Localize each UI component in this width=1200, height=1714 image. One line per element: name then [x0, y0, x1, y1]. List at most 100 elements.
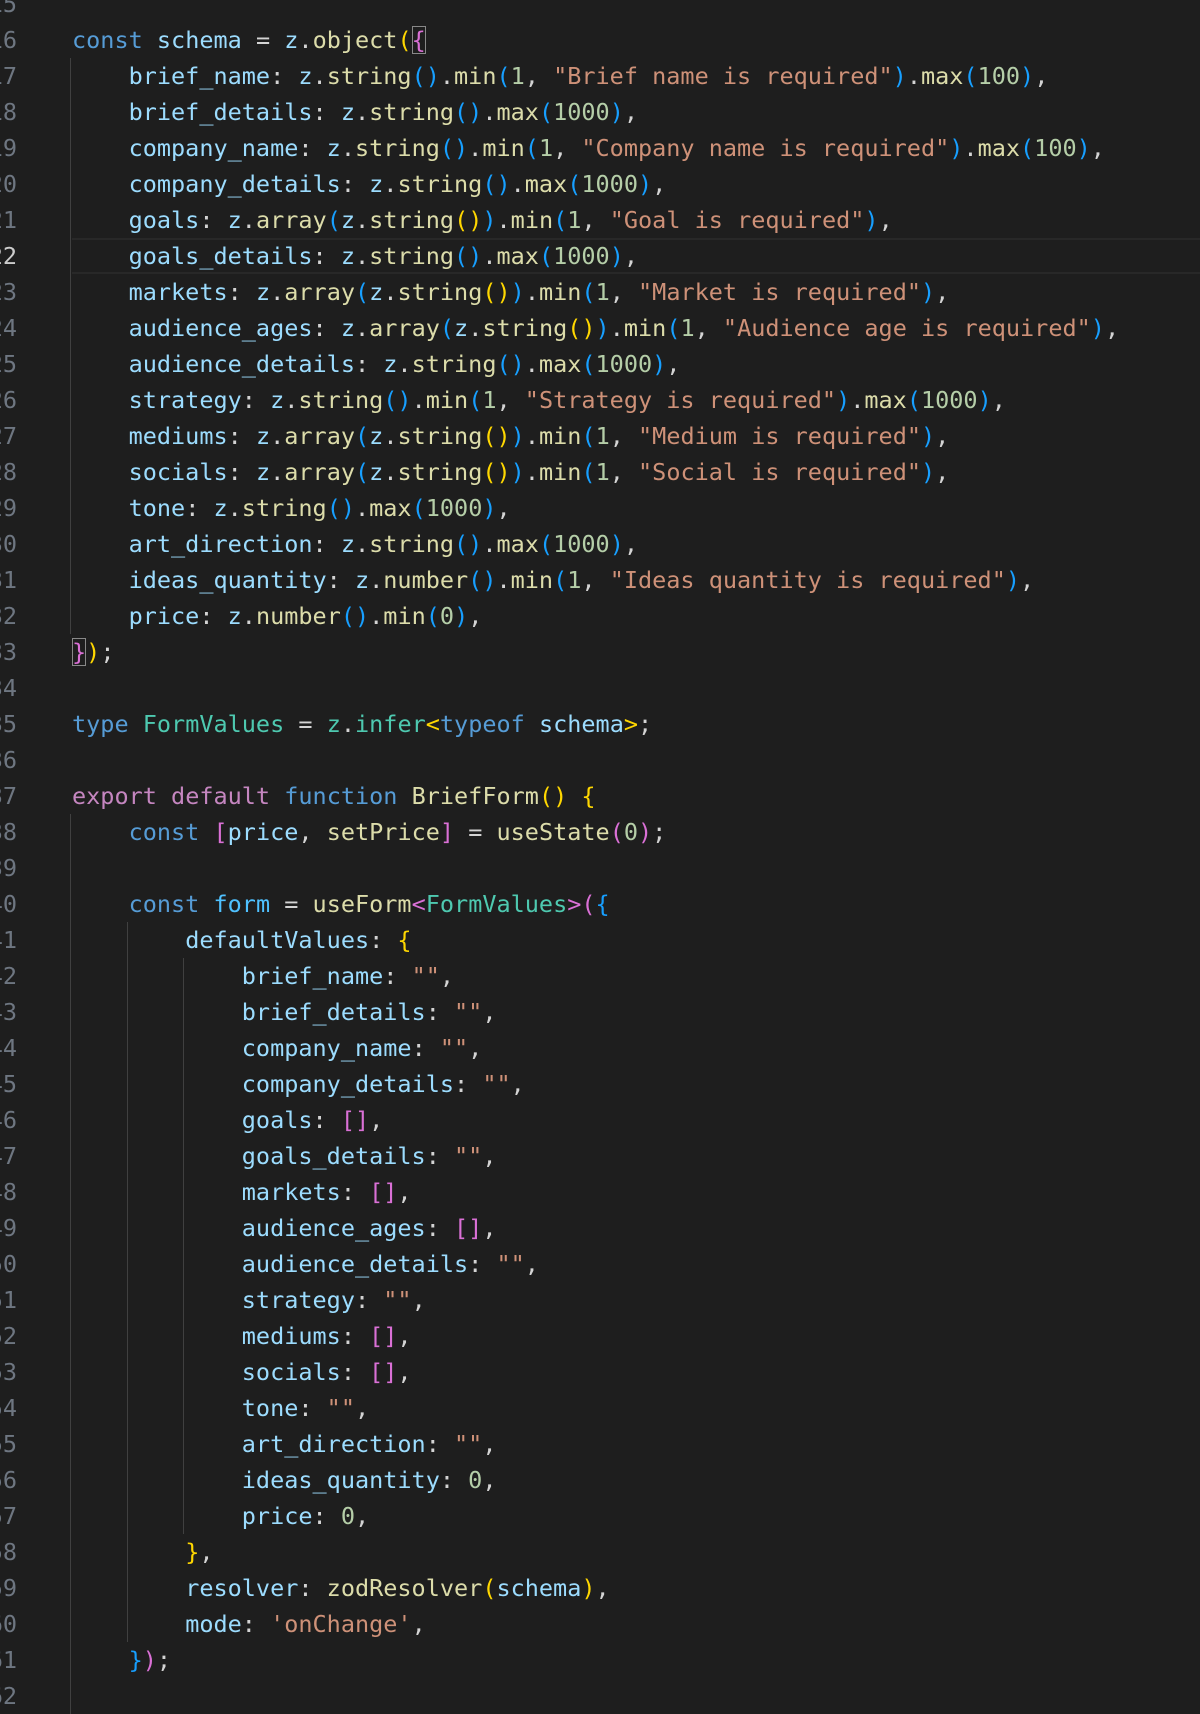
- code-line[interactable]: 34: [0, 670, 1200, 706]
- code-editor[interactable]: 15 16const schema = z.object({17 brief_na…: [0, 0, 1200, 1714]
- code-line[interactable]: 59 resolver: zodResolver(schema),: [0, 1570, 1200, 1606]
- code-line[interactable]: 15: [0, 0, 1200, 22]
- function-token: max: [920, 62, 964, 90]
- punctuation-token: ,: [609, 458, 639, 486]
- bracket-token: (): [454, 206, 483, 234]
- code-line[interactable]: 30 art_direction: z.string().max(1000),: [0, 526, 1200, 562]
- bracket-token: ): [1020, 62, 1035, 90]
- code-line[interactable]: 42 brief_name: "",: [0, 958, 1200, 994]
- code-line[interactable]: 19 company_name: z.string().min(1, "Comp…: [0, 130, 1200, 166]
- code-line[interactable]: 31 ideas_quantity: z.number().min(1, "Id…: [0, 562, 1200, 598]
- code-line[interactable]: 22 goals_details: z.string().max(1000),: [0, 238, 1200, 274]
- bracket-token: []: [369, 1178, 398, 1206]
- line-number: 53: [0, 1358, 17, 1386]
- line-number: 57: [0, 1502, 17, 1530]
- string-token: "Strategy is required": [524, 386, 837, 414]
- code-line[interactable]: 55 art_direction: "",: [0, 1426, 1200, 1462]
- line-number: 15: [0, 0, 17, 18]
- bracket-token: {: [397, 926, 412, 954]
- bracket-token: ): [454, 602, 469, 630]
- punctuation-token: ;: [100, 638, 115, 666]
- bracket-token: >: [567, 890, 582, 918]
- code-line[interactable]: 52 mediums: [],: [0, 1318, 1200, 1354]
- code-line[interactable]: 32 price: z.number().min(0),: [0, 598, 1200, 634]
- code-line[interactable]: 18 brief_details: z.string().max(1000),: [0, 94, 1200, 130]
- function-token: string: [369, 242, 455, 270]
- string-token: "Social is required": [638, 458, 921, 486]
- code-line[interactable]: 61 });: [0, 1642, 1200, 1678]
- code-line[interactable]: 29 tone: z.string().max(1000),: [0, 490, 1200, 526]
- code-line[interactable]: 46 goals: [],: [0, 1102, 1200, 1138]
- string-token: "Market is required": [638, 278, 921, 306]
- punctuation-token: :: [354, 350, 384, 378]
- code-line[interactable]: 33});: [0, 634, 1200, 670]
- punctuation-token: ,: [496, 494, 511, 522]
- identifier-token: schema: [538, 710, 624, 738]
- code-line[interactable]: 16 const schema = z.object({: [0, 22, 1200, 58]
- code-line[interactable]: 40 const form = useForm<FormValues>({: [0, 886, 1200, 922]
- bracket-token: ): [921, 422, 936, 450]
- code-line[interactable]: 58 },: [0, 1534, 1200, 1570]
- punctuation-token: [72, 818, 129, 846]
- code-line[interactable]: 41 defaultValues: {: [0, 922, 1200, 958]
- identifier-token: z: [298, 62, 313, 90]
- code-line[interactable]: 24 audience_ages: z.array(z.string()).mi…: [0, 310, 1200, 346]
- punctuation-token: [72, 386, 129, 414]
- code-line[interactable]: 56 ideas_quantity: 0,: [0, 1462, 1200, 1498]
- code-line[interactable]: 20 company_details: z.string().max(1000)…: [0, 166, 1200, 202]
- code-line[interactable]: 38 const [price, setPrice] = useState(0)…: [0, 814, 1200, 850]
- punctuation-token: ,: [609, 422, 639, 450]
- code-line[interactable]: 43 brief_details: "",: [0, 994, 1200, 1030]
- code-line[interactable]: 21 goals: z.array(z.string()).min(1, "Go…: [0, 202, 1200, 238]
- code-line[interactable]: 35 type FormValues = z.infer<typeof schem…: [0, 706, 1200, 742]
- code-line[interactable]: 50 audience_details: "",: [0, 1246, 1200, 1282]
- code-line[interactable]: 48 markets: [],: [0, 1174, 1200, 1210]
- bracket-token: ): [836, 386, 851, 414]
- code-line[interactable]: 25 audience_details: z.string().max(1000…: [0, 346, 1200, 382]
- code-line[interactable]: 57 price: 0,: [0, 1498, 1200, 1534]
- line-number: 52: [0, 1322, 17, 1350]
- punctuation-token: ,: [1034, 62, 1049, 90]
- code-line[interactable]: 28 socials: z.array(z.string()).min(1, "…: [0, 454, 1200, 490]
- code-line[interactable]: 47 goals_details: "",: [0, 1138, 1200, 1174]
- code-line[interactable]: 36: [0, 742, 1200, 778]
- code-line[interactable]: 60 mode: 'onChange',: [0, 1606, 1200, 1642]
- bracket-token: ): [609, 98, 624, 126]
- code-line[interactable]: 26 strategy: z.string().min(1, "Strategy…: [0, 382, 1200, 418]
- code-line[interactable]: 27 mediums: z.array(z.string()).min(1, "…: [0, 418, 1200, 454]
- bracket-token: (: [538, 530, 554, 558]
- punctuation-token: :: [340, 1178, 370, 1206]
- bracket-token: ]: [439, 818, 455, 846]
- line-number: 21: [0, 206, 17, 234]
- bracket-token: {: [581, 782, 596, 810]
- code-text: goals: z.array(z.string()).min(1, "Goal …: [72, 202, 893, 238]
- number-token: 1: [482, 386, 497, 414]
- punctuation-token: [72, 1250, 242, 1278]
- code-line[interactable]: 45 company_details: "",: [0, 1066, 1200, 1102]
- code-line[interactable]: 44 company_name: "",: [0, 1030, 1200, 1066]
- code-text: audience_ages: [],: [72, 1210, 497, 1246]
- punctuation-token: [72, 962, 242, 990]
- punctuation-token: .: [354, 494, 370, 522]
- punctuation-token: ,: [510, 1070, 525, 1098]
- bracket-token: ): [510, 278, 525, 306]
- code-line[interactable]: 62: [0, 1678, 1200, 1714]
- code-line[interactable]: 39: [0, 850, 1200, 886]
- function-token: string: [397, 422, 483, 450]
- identifier-token: brief_details: [128, 98, 313, 126]
- function-token: min: [623, 314, 667, 342]
- line-number: 61: [0, 1646, 17, 1674]
- bracket-token: >: [623, 710, 638, 738]
- code-line[interactable]: 54 tone: "",: [0, 1390, 1200, 1426]
- punctuation-token: ,: [581, 566, 610, 594]
- code-line[interactable]: 49 audience_ages: [],: [0, 1210, 1200, 1246]
- code-line[interactable]: 53 socials: [],: [0, 1354, 1200, 1390]
- code-line[interactable]: 17 brief_name: z.string().min(1, "Brief …: [0, 58, 1200, 94]
- punctuation-token: :: [227, 278, 256, 306]
- line-number: 23: [0, 278, 17, 306]
- code-line[interactable]: 51 strategy: "",: [0, 1282, 1200, 1318]
- identifier-token: z: [255, 458, 271, 486]
- line-number: 24: [0, 314, 17, 342]
- code-line[interactable]: 23 markets: z.array(z.string()).min(1, "…: [0, 274, 1200, 310]
- code-line[interactable]: 37 export default function BriefForm() {: [0, 778, 1200, 814]
